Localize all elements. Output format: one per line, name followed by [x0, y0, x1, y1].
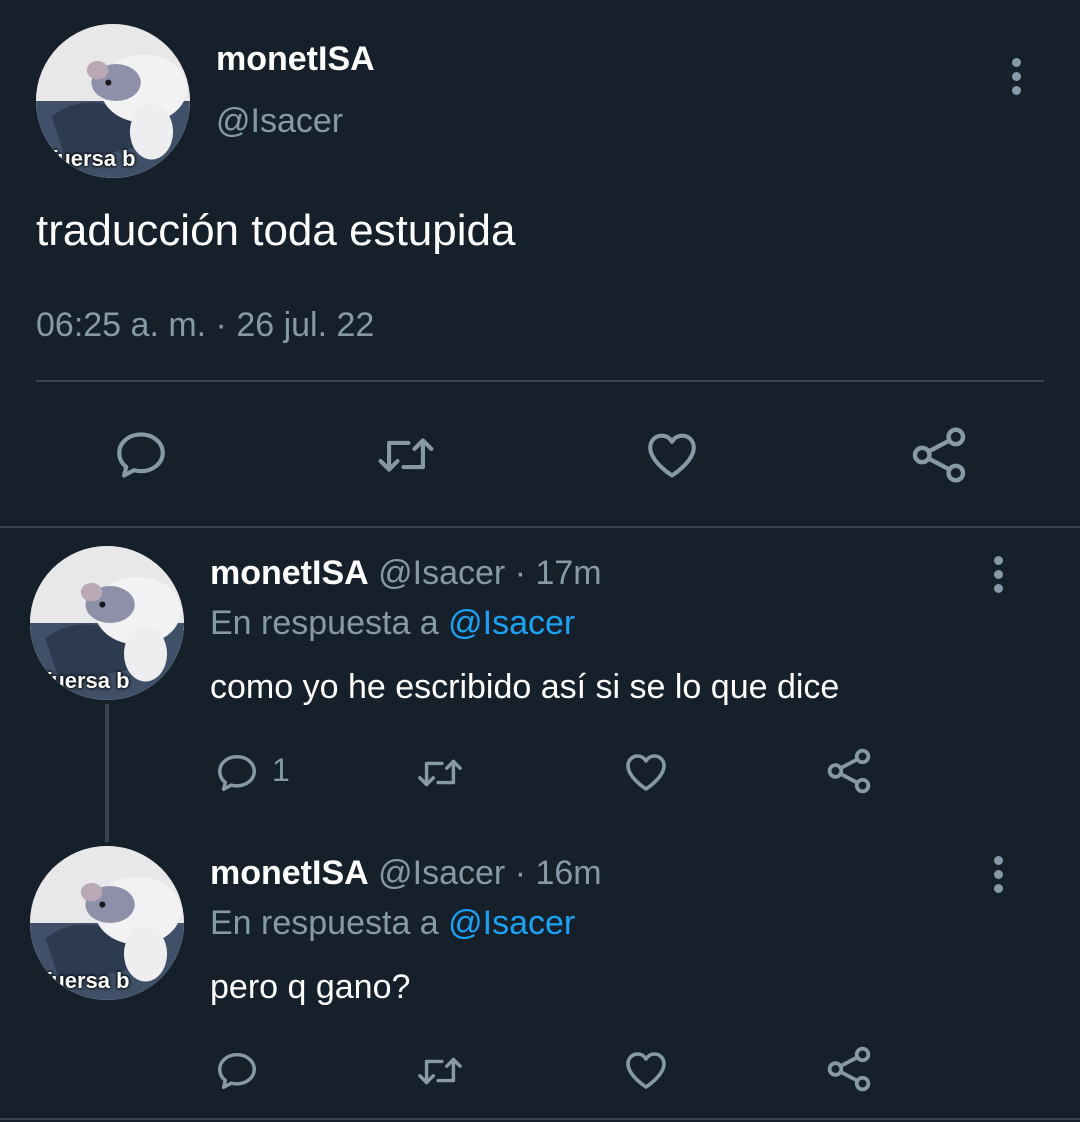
tweet-timestamp[interactable]: 06:25 a. m. · 26 jul. 22	[36, 306, 374, 345]
more-options-icon[interactable]	[994, 556, 1004, 596]
reply-context: En respuesta a @Isacer	[210, 904, 575, 943]
avatar-caption: fuersa b	[44, 668, 130, 693]
avatar-caption: fuersa b	[50, 146, 136, 171]
reply-handle-time[interactable]: @Isacer · 17m	[378, 554, 601, 592]
reply-header: monetISA @Isacer · 17m	[210, 554, 602, 593]
reply-display-name[interactable]: monetISA	[210, 854, 369, 892]
tweet-text: traducción toda estupida	[36, 206, 516, 255]
reply-count: 1	[272, 752, 290, 788]
retweet-icon[interactable]	[414, 1048, 466, 1094]
display-name[interactable]: monetISA	[216, 40, 375, 79]
share-icon[interactable]	[908, 424, 970, 486]
timestamp-divider	[36, 380, 1044, 382]
share-icon[interactable]	[824, 1044, 874, 1094]
section-divider	[0, 526, 1080, 528]
reply-prefix: En respuesta a	[210, 904, 439, 942]
reply-text: pero q gano?	[210, 968, 411, 1006]
like-icon[interactable]	[622, 1046, 670, 1094]
handle[interactable]: @Isacer	[216, 102, 343, 141]
reply-context: En respuesta a @Isacer	[210, 604, 575, 643]
reply-icon[interactable]	[112, 426, 170, 484]
reply-header: monetISA @Isacer · 16m	[210, 854, 602, 893]
avatar-caption: fuersa b	[44, 968, 130, 993]
reply-handle-time[interactable]: @Isacer · 16m	[378, 854, 601, 892]
like-icon[interactable]	[642, 426, 702, 484]
reply-avatar[interactable]: fuersa b	[30, 846, 184, 1000]
reply-to-mention[interactable]: @Isacer	[448, 604, 575, 642]
reply-text: como yo he escribido así si se lo que di…	[210, 668, 840, 706]
reply-icon[interactable]	[214, 1048, 260, 1094]
like-icon[interactable]	[622, 748, 670, 796]
more-options-icon[interactable]	[1012, 58, 1022, 98]
reply-avatar[interactable]: fuersa b	[30, 546, 184, 700]
thread-connector	[105, 704, 109, 842]
more-options-icon[interactable]	[994, 856, 1004, 896]
reply-icon[interactable]	[214, 750, 260, 796]
main-tweet-avatar[interactable]: fuersa b	[36, 24, 190, 178]
bottom-divider	[0, 1118, 1080, 1120]
retweet-icon[interactable]	[374, 426, 438, 484]
reply-display-name[interactable]: monetISA	[210, 554, 369, 592]
retweet-icon[interactable]	[414, 750, 466, 796]
reply-prefix: En respuesta a	[210, 604, 439, 642]
reply-to-mention[interactable]: @Isacer	[448, 904, 575, 942]
share-icon[interactable]	[824, 746, 874, 796]
